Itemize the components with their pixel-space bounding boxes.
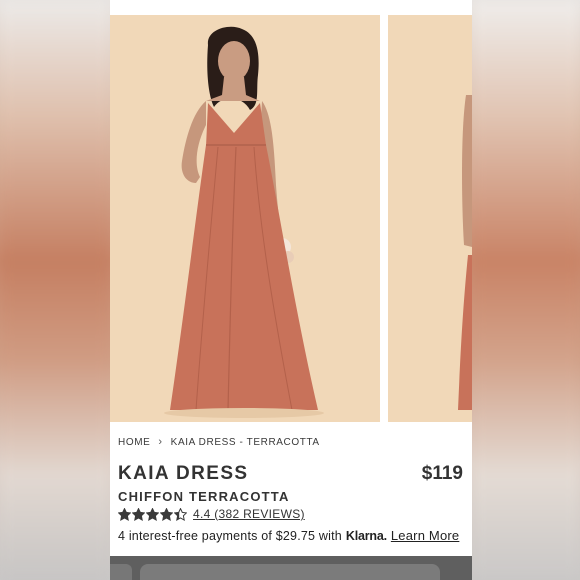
blurred-backdrop-right bbox=[472, 0, 580, 580]
breadcrumb-current[interactable]: KAIA DRESS - TERRACOTTA bbox=[171, 437, 320, 448]
rating-row: 4.4 (382 REVIEWS) bbox=[118, 507, 305, 521]
toolbar-left-button[interactable] bbox=[110, 564, 132, 580]
model-back-view-illustration bbox=[458, 95, 472, 410]
star-rating bbox=[118, 507, 187, 521]
product-page: HOME › KAIA DRESS - TERRACOTTA KAIA DRES… bbox=[110, 0, 472, 580]
chevron-right-icon: › bbox=[158, 436, 163, 448]
breadcrumb: HOME › KAIA DRESS - TERRACOTTA bbox=[118, 436, 320, 448]
product-title: KAIA DRESS bbox=[118, 463, 249, 484]
bottom-toolbar bbox=[110, 556, 472, 580]
reviews-link[interactable]: 4.4 (382 REVIEWS) bbox=[193, 507, 305, 521]
klarna-logo: Klarna. bbox=[345, 529, 387, 543]
learn-more-link[interactable]: Learn More bbox=[391, 528, 459, 543]
product-subtitle: CHIFFON TERRACOTTA bbox=[118, 489, 290, 504]
star-icon bbox=[174, 507, 187, 521]
product-image-secondary[interactable] bbox=[388, 15, 472, 422]
breadcrumb-home[interactable]: HOME bbox=[118, 437, 150, 448]
star-icon bbox=[132, 507, 145, 521]
model-in-dress-illustration bbox=[164, 26, 324, 418]
klarna-text: 4 interest-free payments of $29.75 with bbox=[118, 529, 342, 543]
product-title-row: KAIA DRESS $119 bbox=[118, 463, 463, 485]
product-price: $119 bbox=[421, 463, 463, 484]
klarna-payment-info: 4 interest-free payments of $29.75 with … bbox=[118, 528, 459, 543]
star-icon bbox=[118, 507, 131, 521]
blurred-backdrop-left bbox=[0, 0, 110, 580]
star-icon bbox=[146, 507, 159, 521]
product-image-main[interactable] bbox=[110, 15, 380, 422]
toolbar-address-pill[interactable] bbox=[140, 564, 440, 580]
star-icon bbox=[160, 507, 173, 521]
top-bar bbox=[110, 0, 472, 14]
